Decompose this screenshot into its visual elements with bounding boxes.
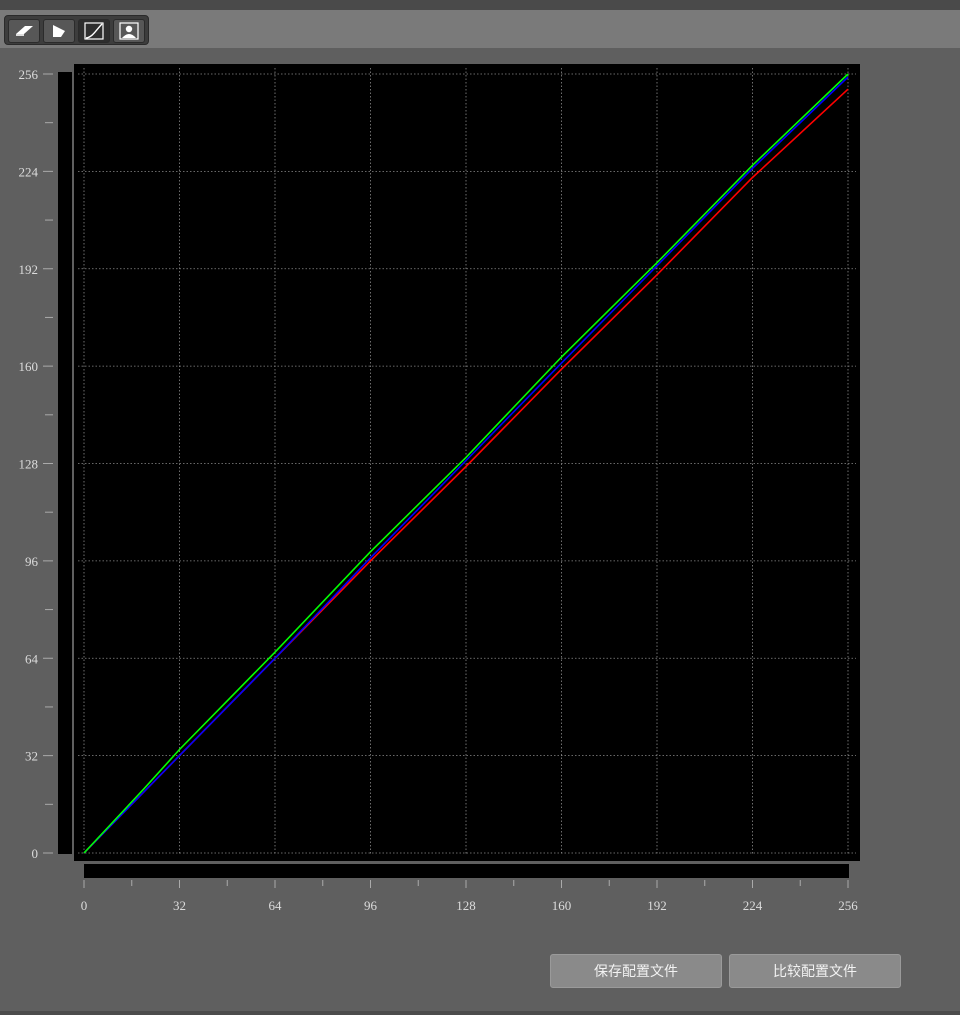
- window-bottom-bar: [0, 1011, 960, 1015]
- output-gradient-bar: [58, 72, 72, 854]
- toolbar: [0, 10, 960, 48]
- portrait-tool-button[interactable]: [113, 19, 145, 43]
- tool-group: [4, 15, 149, 45]
- curve-chart-frame[interactable]: [74, 64, 860, 861]
- tone-shape-tool-button[interactable]: [43, 19, 75, 43]
- eraser-tool-button[interactable]: [8, 19, 40, 43]
- portrait-icon: [119, 22, 139, 40]
- input-gradient-bar: [84, 864, 849, 878]
- curve-icon: [84, 22, 104, 40]
- save-profile-button[interactable]: 保存配置文件: [550, 954, 722, 988]
- window-top-bar: [0, 0, 960, 10]
- compare-profile-button[interactable]: 比较配置文件: [729, 954, 901, 988]
- eraser-icon: [16, 26, 33, 36]
- curve-tool-button[interactable]: [78, 19, 110, 43]
- tone-shape-icon: [53, 25, 65, 37]
